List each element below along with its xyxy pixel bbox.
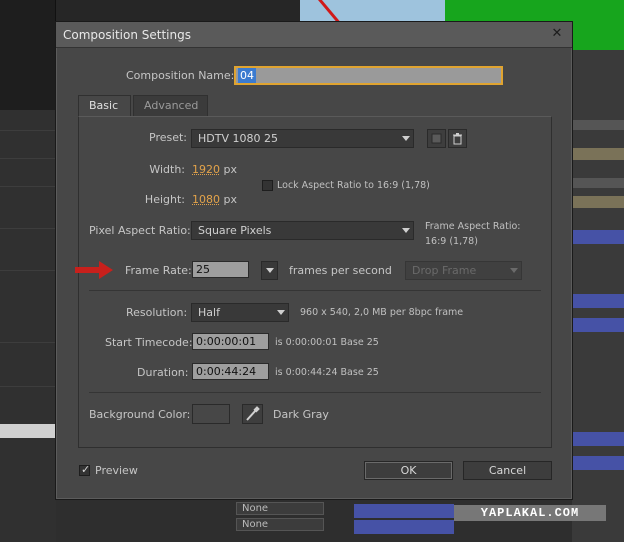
start-timecode-input[interactable]: 0:00:00:01 <box>192 333 269 350</box>
dialog-title: Composition Settings <box>63 28 191 42</box>
background-color-swatch[interactable] <box>192 404 230 424</box>
timeline-row-divider <box>0 270 56 271</box>
timeline-row-divider <box>0 158 56 159</box>
chevron-down-icon <box>277 310 285 315</box>
height-unit: px <box>223 193 238 206</box>
preset-label: Preset: <box>149 131 188 144</box>
resolution-label: Resolution: <box>126 306 188 319</box>
timeline-track <box>572 294 624 308</box>
timeline-left-panel <box>0 110 56 542</box>
pixel-aspect-value: Square Pixels <box>198 224 272 237</box>
eyedropper-button[interactable] <box>242 404 263 424</box>
eyedropper-icon <box>246 406 260 421</box>
composition-name-input[interactable]: 04 <box>234 66 503 85</box>
preset-dropdown[interactable]: HDTV 1080 25 <box>191 129 414 148</box>
tab-basic[interactable]: Basic <box>78 95 131 116</box>
resolution-dropdown[interactable]: Half <box>191 303 289 322</box>
tab-advanced[interactable]: Advanced <box>133 95 208 116</box>
frame-aspect-label: Frame Aspect Ratio: <box>425 221 521 232</box>
drop-frame-dropdown[interactable]: Drop Frame <box>405 261 522 280</box>
delete-preset-button[interactable] <box>448 129 467 148</box>
checkmark-icon: ✓ <box>81 463 91 476</box>
width-value[interactable]: 1920 <box>192 163 220 176</box>
background-color-name: Dark Gray <box>273 408 329 421</box>
resolution-info: 960 x 540, 2,0 MB per 8bpc frame <box>300 307 464 318</box>
duration-label: Duration: <box>137 366 189 379</box>
timeline-selected-row[interactable] <box>0 424 56 438</box>
basic-settings-panel: Preset: HDTV 1080 25 Width: 1920 px Heig… <box>75 116 552 448</box>
cancel-button[interactable]: Cancel <box>463 461 552 480</box>
preview-checkbox[interactable]: ✓ <box>79 463 91 476</box>
timeline-track <box>572 148 624 160</box>
composition-name-value: 04 <box>238 68 256 83</box>
dialog-titlebar[interactable]: Composition Settings ✕ <box>56 22 572 48</box>
timeline-row-divider <box>0 228 56 229</box>
start-timecode-info: is 0:00:00:01 Base 25 <box>275 337 379 348</box>
chevron-down-icon <box>266 268 274 273</box>
background-color-label: Background Color: <box>89 408 191 421</box>
preview-label: Preview <box>95 464 138 477</box>
red-arrow-annotation <box>75 261 113 279</box>
save-preset-button[interactable] <box>427 129 446 148</box>
watermark: YAPLAKAL.COM <box>454 505 606 521</box>
layer-mode-select[interactable]: None <box>236 502 324 515</box>
timeline-row-divider <box>0 342 56 343</box>
timeline-track <box>572 456 624 470</box>
chevron-down-icon <box>510 268 518 273</box>
save-preset-icon <box>431 133 442 144</box>
width-field: 1920 px <box>192 163 237 176</box>
composition-settings-dialog: Composition Settings ✕ Composition Name:… <box>55 21 573 500</box>
start-timecode-label: Start Timecode: <box>105 336 193 349</box>
pixel-aspect-label: Pixel Aspect Ratio: <box>89 224 191 237</box>
timeline-track <box>354 520 454 534</box>
timeline-track <box>354 504 454 518</box>
timeline-row-divider <box>0 130 56 131</box>
ok-button[interactable]: OK <box>364 461 453 480</box>
height-value[interactable]: 1080 <box>192 193 220 206</box>
frame-rate-dropdown[interactable] <box>261 261 278 280</box>
resolution-value: Half <box>198 306 220 319</box>
composition-name-label: Composition Name: <box>126 69 235 82</box>
timeline-row-divider <box>0 386 56 387</box>
height-label: Height: <box>144 193 185 206</box>
timeline-row-divider <box>0 186 56 187</box>
drop-frame-value: Drop Frame <box>412 264 477 277</box>
layer-mode-select[interactable]: None <box>236 518 324 531</box>
frame-rate-unit: frames per second <box>289 264 392 277</box>
width-label: Width: <box>149 163 185 176</box>
frame-aspect-value: 16:9 (1,78) <box>425 236 478 247</box>
separator <box>89 392 541 393</box>
duration-info: is 0:00:44:24 Base 25 <box>275 367 379 378</box>
chevron-down-icon <box>402 228 410 233</box>
width-unit: px <box>223 163 238 176</box>
frame-rate-label: Frame Rate: <box>125 264 192 277</box>
preset-value: HDTV 1080 25 <box>198 132 278 145</box>
chevron-down-icon <box>402 136 410 141</box>
separator <box>89 290 541 291</box>
close-icon[interactable]: ✕ <box>550 27 564 41</box>
timeline-track <box>572 230 624 244</box>
timeline-track <box>572 196 624 208</box>
background-toolstrip <box>0 0 56 110</box>
timeline-track <box>572 432 624 446</box>
duration-input[interactable]: 0:00:44:24 <box>192 363 269 380</box>
trash-icon <box>453 133 462 145</box>
lock-aspect-checkbox[interactable] <box>262 180 273 191</box>
timeline-track <box>572 318 624 332</box>
height-field: 1080 px <box>192 193 237 206</box>
timeline-track <box>572 120 624 130</box>
timeline-track <box>572 178 624 188</box>
pixel-aspect-dropdown[interactable]: Square Pixels <box>191 221 414 240</box>
timeline-track-area <box>572 50 624 542</box>
frame-rate-input[interactable]: 25 <box>192 261 249 278</box>
lock-aspect-label: Lock Aspect Ratio to 16:9 (1,78) <box>277 180 430 191</box>
